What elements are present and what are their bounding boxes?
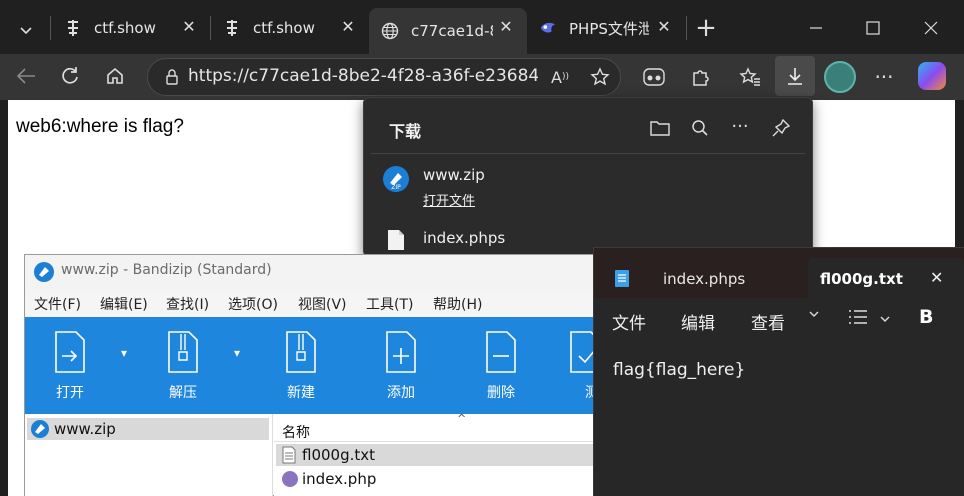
copilot-icon[interactable] — [918, 62, 946, 90]
search-icon[interactable] — [687, 115, 713, 141]
column-name-label[interactable]: 名称 — [282, 422, 310, 442]
new-archive-icon — [286, 331, 316, 373]
chevron-down-icon[interactable] — [879, 310, 891, 329]
notepad-tab-label: fl000g.txt — [820, 270, 903, 288]
menu-help[interactable]: 帮助(H) — [433, 294, 482, 314]
open-label: 打开 — [56, 385, 84, 401]
chevron-down-icon[interactable] — [808, 308, 820, 324]
browser-tab-3-active[interactable]: c77cae1d-8b ✕ — [369, 8, 527, 54]
notepad-menu-edit[interactable]: 编辑 — [681, 309, 715, 334]
favorites-list-icon[interactable] — [734, 61, 766, 93]
close-icon[interactable]: ✕ — [930, 268, 943, 287]
window-close-icon[interactable] — [915, 12, 947, 44]
notepad-menu-view[interactable]: 查看 — [751, 309, 797, 334]
tab-separator — [686, 16, 687, 40]
notepad-text-content[interactable]: flag{flag_here} — [613, 360, 745, 380]
back-arrow-icon[interactable] — [10, 60, 42, 92]
tab-list-chevron-icon[interactable] — [10, 14, 42, 46]
page-heading: web6:where is flag? — [16, 116, 184, 137]
notepad-tab-label: index.phps — [663, 270, 746, 288]
extension-glasses-icon[interactable] — [638, 61, 670, 93]
more-options-icon[interactable]: ··· — [868, 61, 900, 93]
extensions-puzzle-icon[interactable] — [684, 61, 716, 93]
favorite-star-icon[interactable] — [584, 61, 616, 93]
tab-separator — [50, 16, 51, 40]
add-button[interactable]: 添加 — [365, 330, 437, 410]
menu-view[interactable]: 视图(V) — [298, 294, 347, 314]
menu-find[interactable]: 查找(I) — [166, 294, 209, 314]
php-file-icon — [282, 471, 298, 487]
ctfshow-favicon-icon — [64, 19, 82, 37]
bandizip-archive-icon — [31, 420, 49, 438]
open-icon — [55, 331, 85, 373]
bold-icon[interactable]: B — [919, 306, 933, 328]
pin-icon[interactable] — [768, 115, 794, 141]
minimize-icon[interactable] — [800, 12, 832, 44]
delete-label: 删除 — [487, 385, 515, 401]
sort-up-icon: ^ — [457, 412, 467, 425]
file-icon — [387, 229, 405, 251]
test-button[interactable]: 测 — [565, 330, 595, 410]
delete-button[interactable]: 删除 — [465, 330, 537, 410]
extract-button[interactable]: 解压 — [147, 330, 219, 410]
file-name[interactable]: index.php — [302, 470, 376, 488]
url-text[interactable]: https://c77cae1d-8be2-4f28-a36f-e236840.… — [188, 64, 538, 88]
tab-label: ctf.show — [94, 19, 156, 37]
tab-label: c77cae1d-8b — [411, 22, 493, 40]
lock-icon[interactable] — [156, 61, 188, 93]
download-item-name[interactable]: www.zip — [423, 166, 485, 184]
tree-item-label[interactable]: www.zip — [54, 420, 116, 438]
downloads-title: 下载 — [389, 122, 422, 141]
menu-file[interactable]: 文件(F) — [34, 294, 81, 314]
bandizip-app-icon — [34, 262, 54, 282]
svg-text:ZIP: ZIP — [391, 184, 401, 191]
bandizip-title: www.zip - Bandizip (Standard) — [61, 262, 272, 278]
close-icon[interactable]: ✕ — [180, 18, 198, 36]
download-item-name[interactable]: index.phps — [423, 229, 505, 247]
tab-label: PHPS文件泄 — [569, 19, 649, 38]
browser-tab-4[interactable]: PHPS文件泄 ✕ — [527, 8, 685, 48]
close-icon[interactable]: ✕ — [497, 18, 515, 36]
open-file-link[interactable]: 打开文件 — [423, 190, 475, 209]
new-archive-label: 新建 — [287, 385, 315, 401]
menu-tools[interactable]: 工具(T) — [366, 294, 413, 314]
read-aloud-icon[interactable]: A)) — [544, 61, 576, 93]
test-icon — [570, 331, 595, 373]
close-icon[interactable]: ✕ — [655, 18, 673, 36]
menu-edit[interactable]: 编辑(E) — [100, 294, 148, 314]
add-label: 添加 — [387, 385, 415, 401]
new-archive-button[interactable]: 新建 — [265, 330, 337, 410]
menu-options[interactable]: 选项(O) — [228, 294, 278, 314]
download-icon[interactable] — [779, 60, 811, 92]
more-options-icon[interactable]: ··· — [727, 113, 753, 139]
file-name[interactable]: fl000g.txt — [302, 446, 375, 464]
bandizip-file-icon: ZIP — [383, 166, 409, 192]
divider — [371, 153, 805, 154]
bird-favicon-icon — [539, 19, 557, 37]
new-tab-plus-icon[interactable]: + — [690, 12, 722, 44]
chevron-down-icon[interactable]: ▾ — [121, 346, 127, 360]
browser-tab-2[interactable]: ctf.show ✕ — [211, 8, 369, 48]
ctfshow-favicon-icon — [223, 19, 241, 37]
globe-icon — [381, 22, 399, 40]
extract-label: 解压 — [169, 385, 197, 401]
column-header[interactable] — [274, 418, 597, 442]
open-button[interactable]: 打开 — [34, 330, 106, 410]
browser-tab-1[interactable]: ctf.show ✕ — [52, 8, 210, 48]
close-icon[interactable]: ✕ — [339, 18, 357, 36]
chevron-down-icon[interactable]: ▾ — [234, 346, 240, 360]
folder-icon[interactable] — [647, 115, 673, 141]
home-icon[interactable] — [99, 60, 131, 92]
notepad-menu-file[interactable]: 文件 — [612, 309, 646, 334]
add-file-icon — [386, 331, 416, 373]
extract-icon — [168, 331, 198, 373]
tab-label: ctf.show — [253, 19, 315, 37]
maximize-icon[interactable] — [857, 12, 889, 44]
refresh-icon[interactable] — [54, 60, 86, 92]
text-file-icon — [282, 446, 296, 464]
list-icon[interactable] — [848, 309, 868, 329]
profile-avatar[interactable] — [824, 61, 856, 93]
delete-file-icon — [486, 331, 516, 373]
notepad-app-icon — [614, 268, 630, 288]
